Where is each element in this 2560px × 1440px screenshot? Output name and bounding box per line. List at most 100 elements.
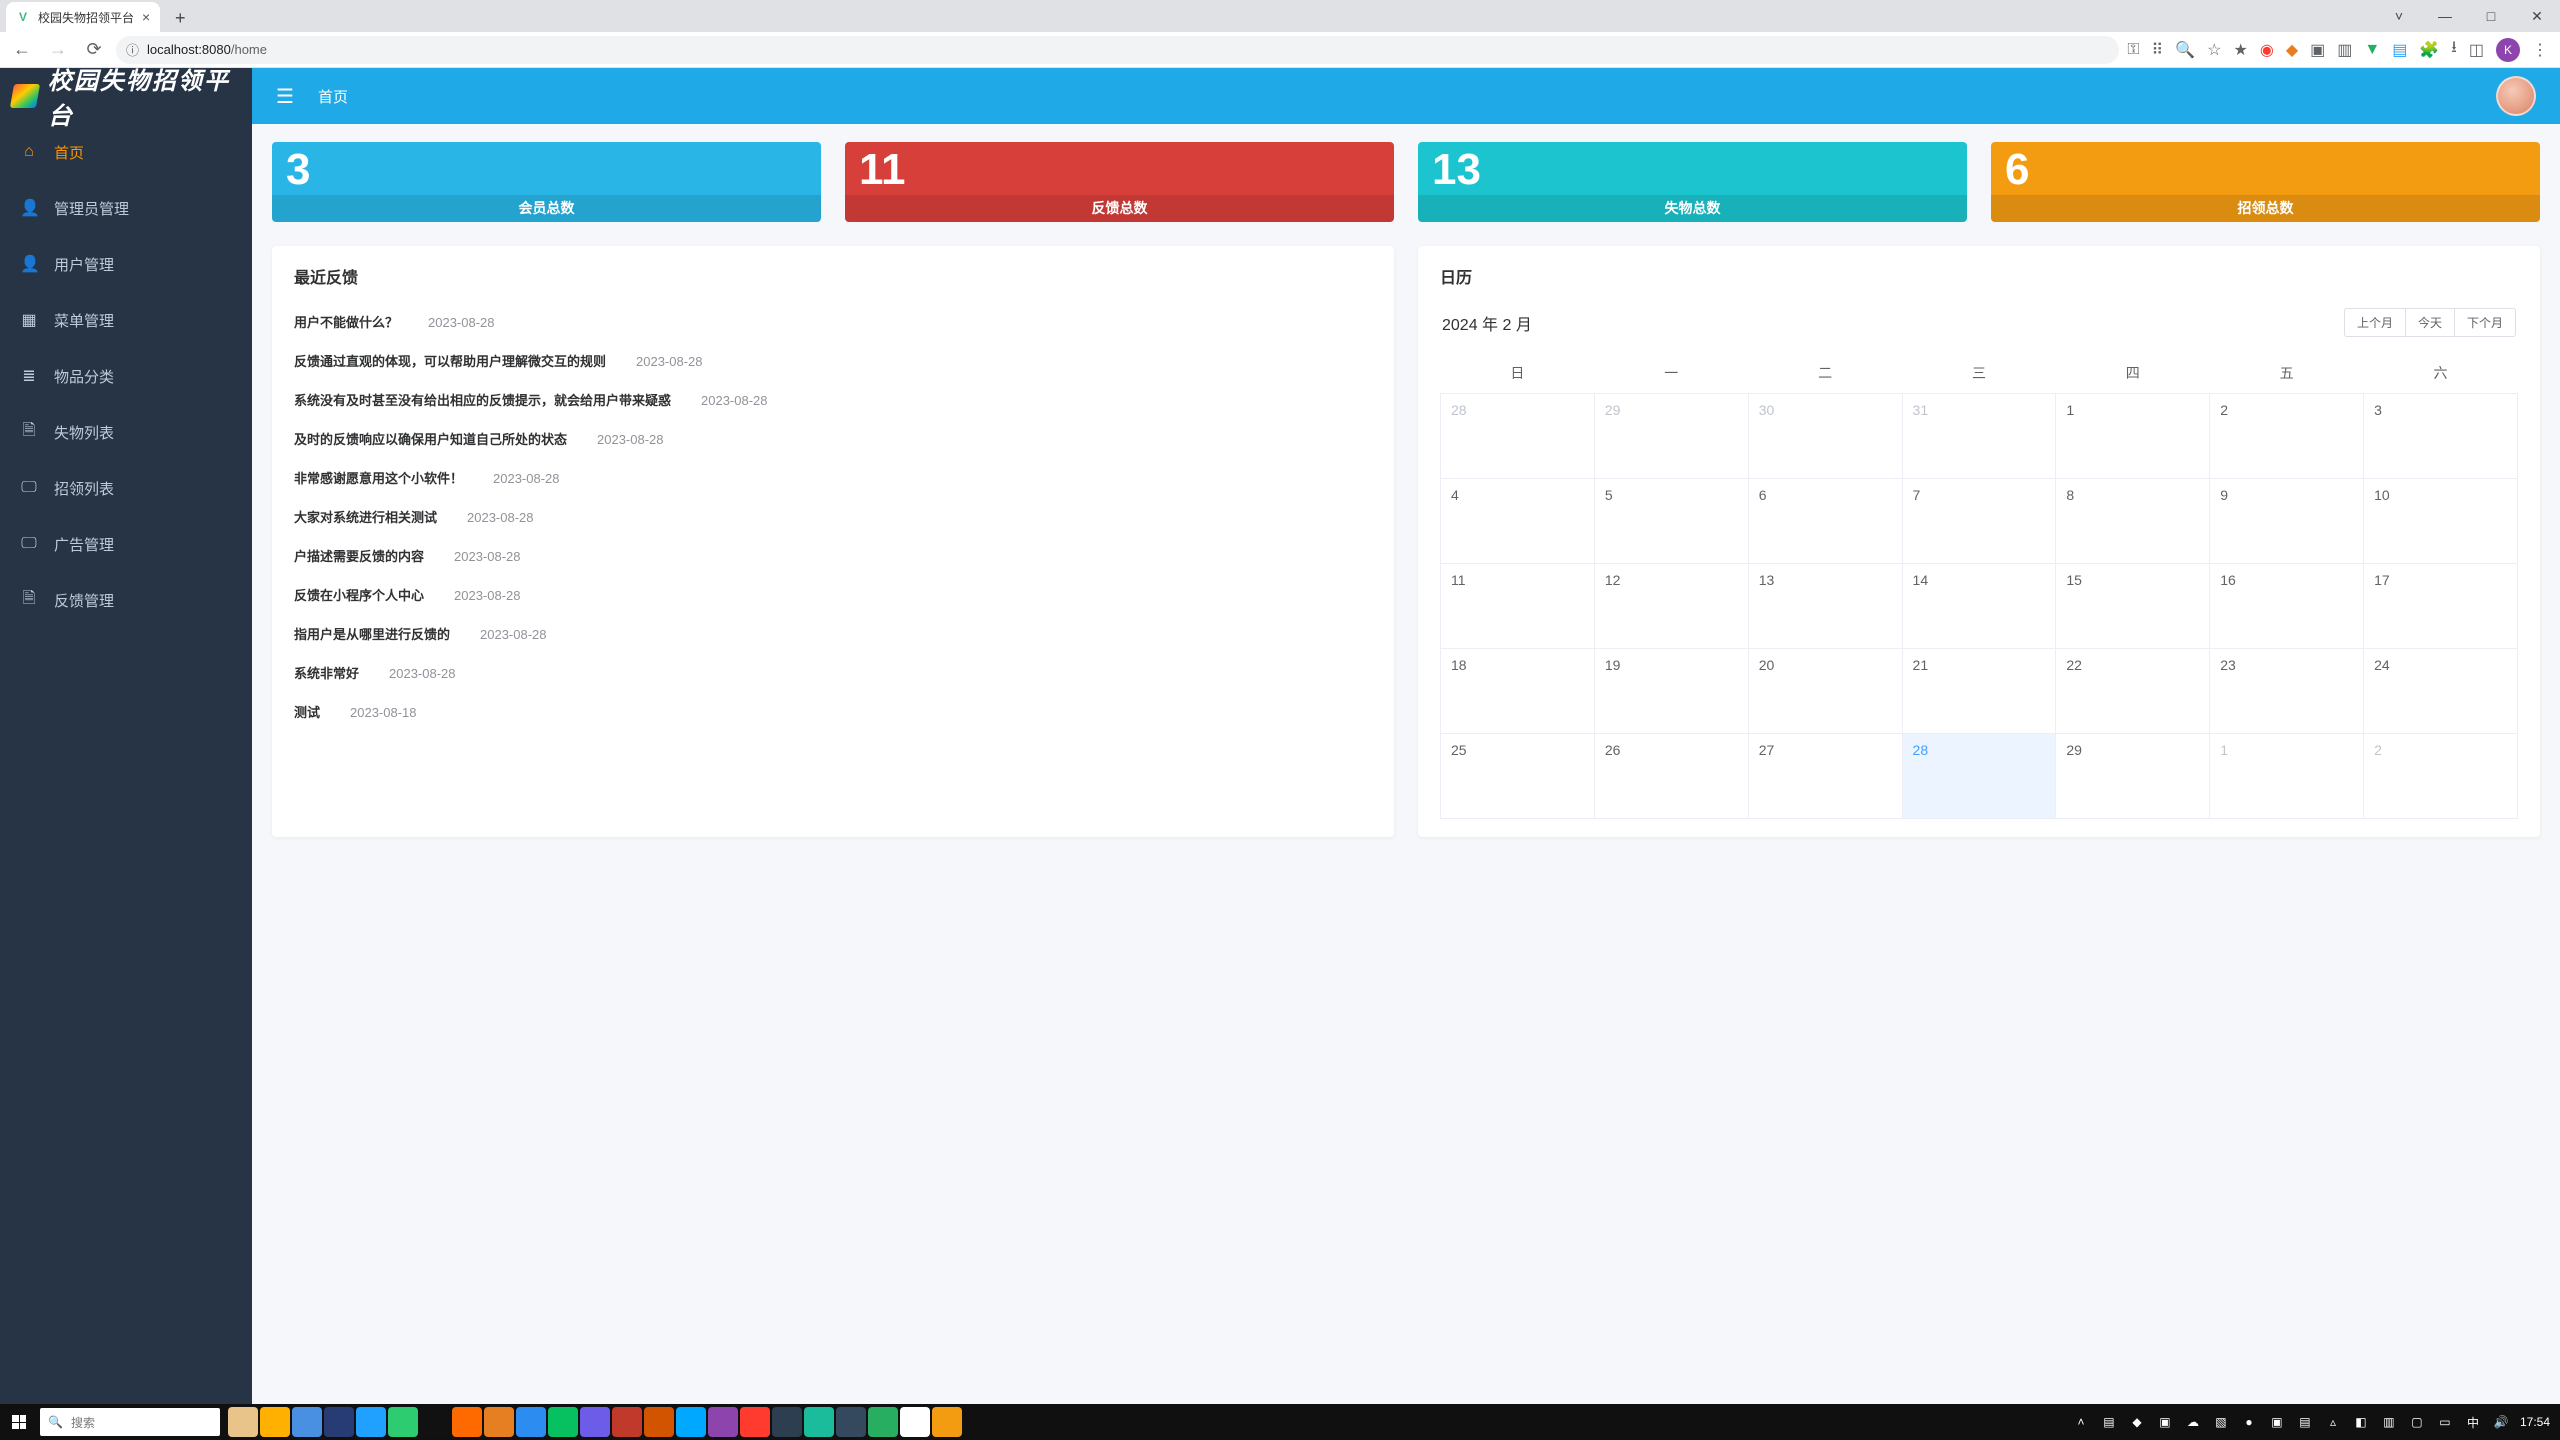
sidebar-item-ad[interactable]: 🖵广告管理: [0, 516, 252, 572]
ext4-icon[interactable]: ▥: [2337, 40, 2352, 60]
tray-icon[interactable]: ▣: [2156, 1415, 2174, 1429]
taskbar-app-icon[interactable]: [836, 1407, 866, 1437]
calendar-day-cell[interactable]: 25: [1441, 734, 1595, 819]
calendar-day-cell[interactable]: 6: [1748, 479, 1902, 564]
feedback-item[interactable]: 反馈在小程序个人中心2023-08-28: [294, 575, 1372, 614]
new-tab-button[interactable]: +: [166, 4, 194, 32]
calendar-day-cell[interactable]: 15: [2056, 564, 2210, 649]
feedback-item[interactable]: 用户不能做什么？2023-08-28: [294, 302, 1372, 341]
tray-icon[interactable]: 🔊: [2492, 1415, 2510, 1429]
minimize-button[interactable]: —: [2422, 0, 2468, 32]
reload-button[interactable]: ⟳: [80, 36, 108, 64]
calendar-day-cell[interactable]: 16: [2210, 564, 2364, 649]
calendar-day-cell[interactable]: 17: [2364, 564, 2518, 649]
sidebar-item-user[interactable]: 👤用户管理: [0, 236, 252, 292]
feedback-item[interactable]: 系统没有及时甚至没有给出相应的反馈提示，就会给用户带来疑惑2023-08-28: [294, 380, 1372, 419]
tray-icon[interactable]: ▤: [2296, 1415, 2314, 1429]
taskbar-clock[interactable]: 17:54: [2520, 1415, 2550, 1429]
calendar-prev-button[interactable]: 上个月: [2344, 308, 2406, 337]
calendar-day-cell[interactable]: 7: [1902, 479, 2056, 564]
sidebar-toggle-icon[interactable]: ☰: [276, 84, 294, 109]
calendar-day-cell[interactable]: 29: [2056, 734, 2210, 819]
calendar-day-cell[interactable]: 3: [2364, 394, 2518, 479]
taskbar-app-icon[interactable]: [676, 1407, 706, 1437]
feedback-item[interactable]: 大家对系统进行相关测试2023-08-28: [294, 497, 1372, 536]
taskbar-app-icon[interactable]: [772, 1407, 802, 1437]
tray-icon[interactable]: ☁: [2184, 1415, 2202, 1429]
calendar-day-cell[interactable]: 14: [1902, 564, 2056, 649]
feedback-item[interactable]: 及时的反馈响应以确保用户知道自己所处的状态2023-08-28: [294, 419, 1372, 458]
profile-avatar[interactable]: K: [2496, 38, 2520, 62]
tray-icon[interactable]: ˄: [2072, 1415, 2090, 1429]
tray-icon[interactable]: ▤: [2100, 1415, 2118, 1429]
calendar-day-cell[interactable]: 18: [1441, 649, 1595, 734]
sidebar-item-lost[interactable]: 🗎失物列表: [0, 404, 252, 460]
calendar-day-cell[interactable]: 1: [2056, 394, 2210, 479]
extensions-icon[interactable]: 🧩: [2419, 40, 2439, 60]
share-icon[interactable]: ☆: [2207, 40, 2221, 60]
dropdown-icon[interactable]: ˅: [2376, 0, 2422, 32]
calendar-day-cell[interactable]: 31: [1902, 394, 2056, 479]
calendar-day-cell[interactable]: 26: [1594, 734, 1748, 819]
taskbar-app-icon[interactable]: [292, 1407, 322, 1437]
feedback-item[interactable]: 户描述需要反馈的内容2023-08-28: [294, 536, 1372, 575]
address-bar[interactable]: ⓘ localhost:8080/home: [116, 36, 2119, 64]
taskbar-app-icon[interactable]: [740, 1407, 770, 1437]
sidebar-item-home[interactable]: ⌂首页: [0, 124, 252, 180]
tray-icon[interactable]: ◆: [2128, 1415, 2146, 1429]
taskbar-app-icon[interactable]: [708, 1407, 738, 1437]
start-button[interactable]: [0, 1404, 38, 1440]
taskbar-app-icon[interactable]: [868, 1407, 898, 1437]
ext3-icon[interactable]: ▣: [2310, 40, 2325, 60]
feedback-item[interactable]: 指用户是从哪里进行反馈的2023-08-28: [294, 614, 1372, 653]
feedback-item[interactable]: 反馈通过直观的体现，可以帮助用户理解微交互的规则2023-08-28: [294, 341, 1372, 380]
menu-dots-icon[interactable]: ⋮: [2532, 40, 2548, 60]
taskbar-app-icon[interactable]: [932, 1407, 962, 1437]
taskbar-app-icon[interactable]: [356, 1407, 386, 1437]
taskbar-app-icon[interactable]: [388, 1407, 418, 1437]
download-icon[interactable]: ⭳: [2451, 36, 2457, 63]
calendar-day-cell[interactable]: 2: [2364, 734, 2518, 819]
sidebar-item-admin[interactable]: 👤管理员管理: [0, 180, 252, 236]
sidebar-item-category[interactable]: ≣物品分类: [0, 348, 252, 404]
calendar-day-cell[interactable]: 9: [2210, 479, 2364, 564]
feedback-item[interactable]: 非常感谢愿意用这个小软件！2023-08-28: [294, 458, 1372, 497]
user-avatar[interactable]: [2496, 76, 2536, 116]
tray-icon[interactable]: ▵: [2324, 1415, 2342, 1429]
calendar-next-button[interactable]: 下个月: [2455, 308, 2516, 337]
calendar-day-cell[interactable]: 23: [2210, 649, 2364, 734]
translate-icon[interactable]: ⠿: [2152, 40, 2164, 60]
calendar-day-cell[interactable]: 4: [1441, 479, 1595, 564]
maximize-button[interactable]: □: [2468, 0, 2514, 32]
zoom-icon[interactable]: 🔍: [2175, 40, 2195, 60]
taskbar-app-icon[interactable]: [580, 1407, 610, 1437]
calendar-day-cell[interactable]: 28: [1902, 734, 2056, 819]
feedback-item[interactable]: 测试2023-08-18: [294, 692, 1372, 731]
taskbar-app-icon[interactable]: [516, 1407, 546, 1437]
taskbar-app-icon[interactable]: [644, 1407, 674, 1437]
calendar-day-cell[interactable]: 30: [1748, 394, 1902, 479]
sidebar-item-feedback[interactable]: 🗎反馈管理: [0, 572, 252, 628]
taskbar-app-icon[interactable]: [804, 1407, 834, 1437]
sidebar-item-found[interactable]: 🖵招领列表: [0, 460, 252, 516]
sidebar-item-menu[interactable]: ▦菜单管理: [0, 292, 252, 348]
calendar-day-cell[interactable]: 10: [2364, 479, 2518, 564]
taskbar-app-icon[interactable]: [900, 1407, 930, 1437]
tray-icon[interactable]: 中: [2464, 1414, 2482, 1431]
taskbar-app-icon[interactable]: [324, 1407, 354, 1437]
tray-icon[interactable]: ▧: [2212, 1415, 2230, 1429]
browser-tab[interactable]: V 校园失物招领平台 ×: [6, 2, 160, 32]
taskbar-app-icon[interactable]: [548, 1407, 578, 1437]
feedback-item[interactable]: 系统非常好2023-08-28: [294, 653, 1372, 692]
window-close-button[interactable]: ✕: [2514, 0, 2560, 32]
calendar-day-cell[interactable]: 19: [1594, 649, 1748, 734]
calendar-day-cell[interactable]: 24: [2364, 649, 2518, 734]
tray-icon[interactable]: ▣: [2268, 1415, 2286, 1429]
calendar-day-cell[interactable]: 22: [2056, 649, 2210, 734]
breadcrumb[interactable]: 首页: [318, 86, 348, 107]
taskbar-app-icon[interactable]: [484, 1407, 514, 1437]
calendar-day-cell[interactable]: 28: [1441, 394, 1595, 479]
bookmark-icon[interactable]: ★: [2234, 40, 2248, 60]
back-button[interactable]: ←: [8, 36, 36, 64]
side-panel-icon[interactable]: ◫: [2469, 40, 2484, 60]
